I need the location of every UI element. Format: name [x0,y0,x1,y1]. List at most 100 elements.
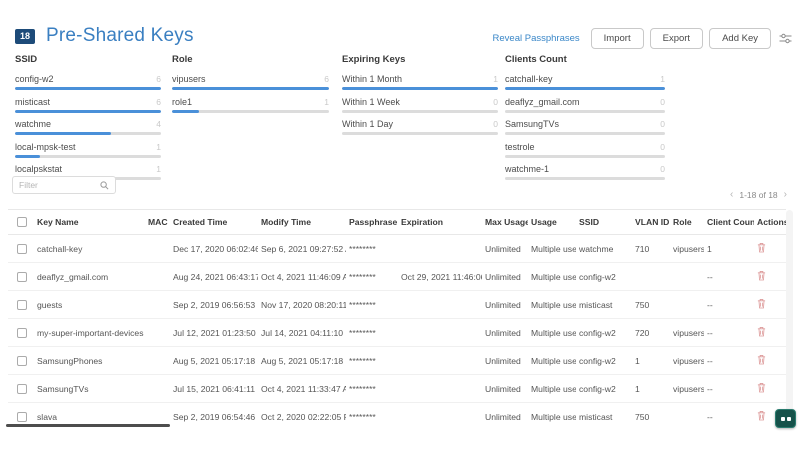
table-row[interactable]: SamsungPhones Aug 5, 2021 05:17:18 PM Au… [8,347,786,375]
delete-key-button[interactable] [757,298,766,309]
count-badge: 18 [15,29,35,44]
reveal-passphrases-link[interactable]: Reveal Passphrases [493,33,580,44]
filter-item-count: 1 [156,142,161,152]
table-row[interactable]: guests Sep 2, 2019 06:56:53 PM Nov 17, 2… [8,291,786,319]
delete-key-button[interactable] [757,382,766,393]
row-checkbox[interactable] [17,356,27,366]
table-row[interactable]: deaflyz_gmail.com Aug 24, 2021 06:43:17 … [8,263,786,291]
row-checkbox[interactable] [17,412,27,422]
cell-ssid: misticast [576,403,632,429]
filter-item-label: vipusers [172,74,206,84]
add-key-button[interactable]: Add Key [709,28,771,49]
filter-item[interactable]: Within 1 Month 1 [342,74,498,90]
filter-input[interactable] [19,180,100,190]
filter-item[interactable]: role1 1 [172,97,329,113]
row-checkbox[interactable] [17,384,27,394]
search-icon[interactable] [100,181,109,190]
cell-usage: Multiple users [528,347,576,375]
cell-client-count: -- [704,319,754,347]
filter-item-label: SamsungTVs [505,119,559,129]
delete-key-button[interactable] [757,354,766,365]
filter-panel-title: SSID [15,54,161,65]
filter-item[interactable]: watchme 4 [15,119,161,135]
prev-page-button[interactable]: ‹ [730,190,733,200]
filter-item-label: watchme [15,119,51,129]
column-header-role[interactable]: Role [670,210,704,235]
filter-item-bar [15,110,161,113]
delete-key-button[interactable] [757,410,766,421]
row-select-cell [8,347,34,375]
table-row[interactable]: SamsungTVs Jul 15, 2021 06:41:11 PM Oct … [8,375,786,403]
horizontal-scrollbar-thumb[interactable] [6,424,170,427]
row-checkbox[interactable] [17,300,27,310]
cell-key-name: my-super-important-devices [34,319,145,347]
column-header-max-usage[interactable]: Max Usage [482,210,528,235]
filter-item[interactable]: misticast 6 [15,97,161,113]
column-header-created-time[interactable]: Created Time [170,210,258,235]
filter-item[interactable]: watchme-1 0 [505,164,665,180]
column-header-client-count[interactable]: Client Count [704,210,754,235]
table-filter-box [12,176,116,194]
cell-ssid: config-w2 [576,347,632,375]
filter-item[interactable]: deaflyz_gmail.com 0 [505,97,665,113]
pagination: ‹ 1-18 of 18 › [730,190,787,200]
cell-passphrase: ******** [346,291,398,319]
filter-item[interactable]: testrole 0 [505,142,665,158]
row-checkbox[interactable] [17,272,27,282]
row-checkbox[interactable] [17,328,27,338]
filter-item-count: 0 [660,142,665,152]
table-settings-button[interactable] [777,31,794,46]
cell-passphrase: ******** [346,375,398,403]
filter-panel-expiring-keys: Expiring Keys Within 1 Month 1 Within 1 … [342,54,498,142]
cell-expiration [398,403,482,429]
filter-item[interactable]: Within 1 Day 0 [342,119,498,135]
cell-role: vipusers [670,375,704,403]
select-all-checkbox[interactable] [17,217,27,227]
column-header-vlan-id[interactable]: VLAN ID [632,210,670,235]
delete-key-button[interactable] [757,326,766,337]
cell-ssid: config-w2 [576,319,632,347]
filter-item-label: Within 1 Month [342,74,402,84]
cell-max-usage: Unlimited [482,319,528,347]
column-header-modify-time[interactable]: Modify Time [258,210,346,235]
column-header-mac[interactable]: MAC [145,210,170,235]
column-header-ssid[interactable]: SSID [576,210,632,235]
filter-item-bar [342,110,498,113]
filter-item[interactable]: Within 1 Week 0 [342,97,498,113]
filter-item[interactable]: local-mpsk-test 1 [15,142,161,158]
column-header-expiration[interactable]: Expiration [398,210,482,235]
column-header-actions[interactable]: Actions [754,210,786,235]
column-header-usage[interactable]: Usage [528,210,576,235]
table-row[interactable]: catchall-key Dec 17, 2020 06:02:46 PM Se… [8,235,786,263]
delete-key-button[interactable] [757,270,766,281]
row-select-cell [8,291,34,319]
cell-key-name: guests [34,291,145,319]
table-row[interactable]: my-super-important-devices Jul 12, 2021 … [8,319,786,347]
export-button[interactable]: Export [650,28,703,49]
table-body: catchall-key Dec 17, 2020 06:02:46 PM Se… [8,235,786,429]
column-header-key-name[interactable]: Key Name [34,210,145,235]
filter-item[interactable]: catchall-key 1 [505,74,665,90]
import-button[interactable]: Import [591,28,644,49]
vertical-scrollbar-track[interactable] [786,210,793,427]
filter-item[interactable]: config-w2 6 [15,74,161,90]
delete-key-button[interactable] [757,242,766,253]
filter-item[interactable]: vipusers 6 [172,74,329,90]
trash-icon [757,242,766,253]
column-header-passphrase[interactable]: Passphrase [346,210,398,235]
cell-client-count: -- [704,403,754,429]
table-header-row: Key NameMACCreated TimeModify TimePassph… [8,210,786,235]
filter-item-label: deaflyz_gmail.com [505,97,580,107]
recorder-widget-icon[interactable] [775,409,796,428]
row-checkbox[interactable] [17,244,27,254]
cell-vlan-id: 1 [632,347,670,375]
filter-item-bar [505,177,665,180]
filter-item[interactable]: SamsungTVs 0 [505,119,665,135]
next-page-button[interactable]: › [784,190,787,200]
cell-passphrase: ******** [346,319,398,347]
cell-key-name: SamsungPhones [34,347,145,375]
filter-item-count: 4 [156,119,161,129]
select-all-cell [8,210,34,235]
cell-created-time: Jul 15, 2021 06:41:11 PM [170,375,258,403]
filter-item-count: 0 [493,119,498,129]
